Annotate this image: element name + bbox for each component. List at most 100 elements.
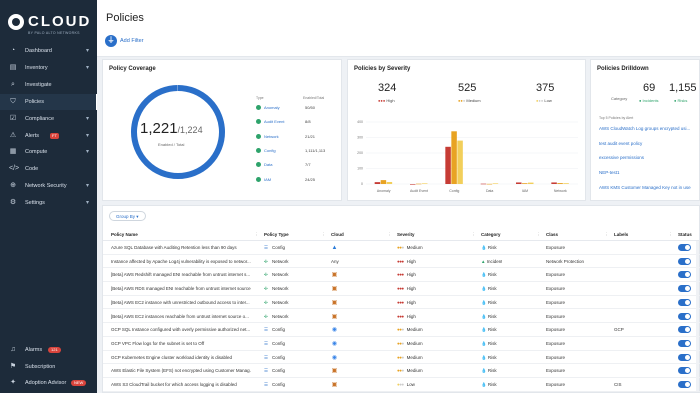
sidebar-item-network-security[interactable]: ⊕ Network Security ▾ [0,178,97,194]
column-menu-icon[interactable]: ⋮ [668,232,673,238]
bar-medium-network[interactable] [557,183,563,184]
status-toggle[interactable] [678,285,691,293]
bar-high-config[interactable] [445,146,451,184]
bar-medium-config[interactable] [451,131,457,184]
status-toggle[interactable] [678,271,691,279]
column-header-class[interactable]: Class [546,232,558,237]
table-row[interactable]: AWS Elastic File System (EFS) not encryp… [103,364,700,378]
bar-high-network[interactable] [551,182,557,184]
status-toggle[interactable] [678,257,691,265]
bar-low-iam[interactable] [528,182,534,184]
coverage-row[interactable]: Config 1,111/1,113 [256,147,356,157]
sidebar-item-inventory[interactable]: ▤ Inventory ▾ [0,60,97,76]
column-header-category[interactable]: Category [481,232,501,237]
status-toggle[interactable] [678,339,691,347]
table-scrollbar[interactable] [696,241,699,391]
bar-medium-data[interactable] [486,183,493,185]
bar-high-data[interactable] [480,183,487,185]
column-header-policy-type[interactable]: Policy Type [264,232,289,237]
bar-high-iam[interactable] [516,182,522,184]
column-menu-icon[interactable]: ⋮ [471,232,476,238]
status-toggle[interactable] [678,367,691,375]
top-policy-link[interactable]: AWS CloudWatch Log groups encrypted usi.… [599,126,690,131]
status-toggle[interactable] [678,312,691,320]
coverage-type[interactable]: Config [264,148,276,153]
sidebar-item-investigate[interactable]: ⌕ Investigate [0,77,97,93]
policy-name[interactable]: AWS Elastic File System (EFS) not encryp… [111,368,251,373]
bar-medium-audit-event[interactable] [416,183,422,185]
medium-legend[interactable]: ●●● Medium [458,98,481,103]
policy-name[interactable]: GCP VPC Flow logs for the subnet is set … [111,341,251,346]
top-policy-link[interactable]: NEP-test1 [599,170,620,175]
policy-name[interactable]: [Beta] AWS EC2 instance with unrestricte… [111,300,251,305]
table-row[interactable]: [Beta] AWS EC2 instance with unrestricte… [103,296,700,310]
column-header-policy-name[interactable]: Policy Name [111,232,138,237]
table-row[interactable]: [Beta] AWS Redshift managed ENI reachabl… [103,268,700,283]
incidents-label[interactable]: ● Incidents [639,98,659,103]
bar-high-audit-event[interactable] [410,184,416,185]
bar-medium-anomaly[interactable] [380,180,387,184]
policy-name[interactable]: [Beta] AWS Redshift managed ENI reachabl… [111,272,251,277]
logo[interactable]: CLOUD BY PALO ALTO NETWORKS [6,12,106,38]
coverage-row[interactable]: Audit Event 8/8 [256,118,356,128]
table-row[interactable]: AWS S3 CloudTrail bucket for which acces… [103,378,700,392]
table-row[interactable]: GCP SQL Instance configured with overly … [103,323,700,337]
coverage-type[interactable]: Audit Event [264,119,284,124]
bar-low-data[interactable] [492,183,499,184]
sidebar-item-policies[interactable]: ⛉ Policies [0,93,97,110]
coverage-row[interactable]: IAM 24/25 [256,176,356,186]
coverage-type[interactable]: Data [264,162,272,167]
policy-name[interactable]: Azure SQL Database with Auditing Retenti… [111,245,251,250]
bar-low-audit-event[interactable] [422,183,428,184]
sidebar-item-alerts[interactable]: ⚠ Alerts FT ▾ [0,128,97,144]
top-policy-link[interactable]: test audit event policy [599,141,642,146]
status-toggle[interactable] [678,326,691,334]
policy-name[interactable]: [Beta] AWS RDS managed ENI reachable fro… [111,286,251,291]
column-menu-icon[interactable]: ⋮ [254,232,259,238]
coverage-row[interactable]: Network 21/21 [256,133,356,143]
sidebar-item-dashboard[interactable]: ◔ Dashboard ▾ [0,43,97,59]
sidebar-item-settings[interactable]: ⚙ Settings ▾ [0,195,97,211]
top-policy-link[interactable]: AWS KMS Customer Managed Key not in use [599,185,691,190]
sidebar-item-compliance[interactable]: ☑ Compliance ▾ [0,111,97,127]
bar-medium-iam[interactable] [522,183,528,184]
column-menu-icon[interactable]: ⋮ [604,232,609,238]
status-toggle[interactable] [678,353,691,361]
sidebar-item-adoption-advisor[interactable]: ✦ Adoption Advisor NEW [0,375,97,391]
policy-name[interactable]: AWS S3 CloudTrail bucket for which acces… [111,382,251,387]
status-toggle[interactable] [678,244,691,251]
bar-low-anomaly[interactable] [386,181,393,184]
table-row[interactable]: Azure SQL Database with Auditing Retenti… [103,241,700,255]
policy-name[interactable]: [Beta] AWS EC2 instances reachable from … [111,314,251,319]
group-by-button[interactable]: Group By ▾ [109,211,146,221]
sidebar-item-compute[interactable]: ▦ Compute ▾ [0,144,97,160]
bar-low-network[interactable] [563,183,569,184]
sidebar-item-code[interactable]: </> Code [0,161,97,177]
coverage-row[interactable]: Anomaly 50/50 [256,104,356,114]
coverage-type[interactable]: Anomaly [264,105,280,110]
bar-low-config[interactable] [457,140,463,184]
table-row[interactable]: GCP VPC Flow logs for the subnet is set … [103,337,700,351]
policy-name[interactable]: Instance affected by Apache Log4j vulner… [111,259,251,264]
risks-label[interactable]: ● Risks [674,98,687,103]
coverage-type[interactable]: Network [264,134,279,139]
policy-name[interactable]: GCP Kubernetes Engine cluster workload i… [111,355,251,360]
low-legend[interactable]: ●●● Low [536,98,552,103]
column-menu-icon[interactable]: ⋮ [536,232,541,238]
column-header-labels[interactable]: Labels [614,232,628,237]
top-policy-link[interactable]: excessive permissions [599,155,644,160]
sidebar-item-subscription[interactable]: ⚑ Subscription [0,359,97,375]
table-row[interactable]: [Beta] AWS RDS managed ENI reachable fro… [103,282,700,296]
column-menu-icon[interactable]: ⋮ [321,232,326,238]
sidebar-item-alarms[interactable]: ♫ Alarms 121 [0,342,97,358]
table-row[interactable]: GCP Kubernetes Engine cluster workload i… [103,351,700,365]
column-header-cloud[interactable]: Cloud [331,232,344,237]
table-row[interactable]: Instance affected by Apache Log4j vulner… [103,255,700,269]
coverage-type[interactable]: IAM [264,177,271,182]
column-menu-icon[interactable]: ⋮ [387,232,392,238]
policy-name[interactable]: GCP SQL Instance configured with overly … [111,327,251,332]
table-row[interactable]: [Beta] AWS EC2 instances reachable from … [103,310,700,324]
column-header-status[interactable]: Status [678,232,692,237]
coverage-row[interactable]: Data 7/7 [256,161,356,171]
status-toggle[interactable] [678,381,691,388]
